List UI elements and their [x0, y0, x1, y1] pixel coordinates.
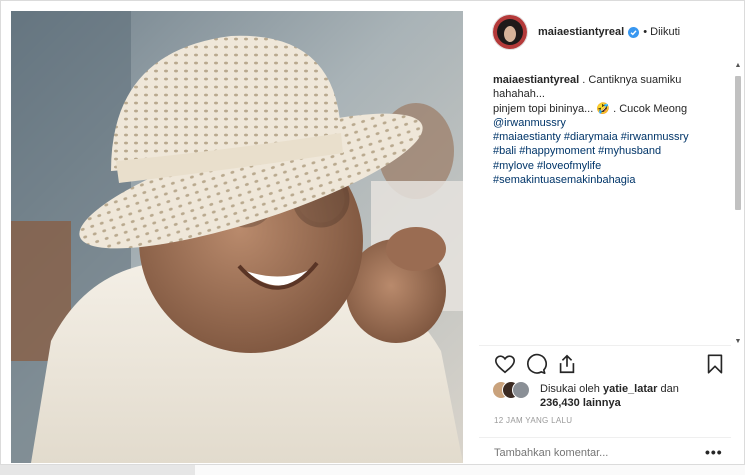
scroll-up-arrow-icon[interactable]: ▲: [734, 62, 742, 70]
caption-hashtags-1[interactable]: #maiaestianty #diarymaia #irwanmussry: [493, 130, 723, 144]
likes-section: Disukai oleh yatie_latar dan 236,430 lai…: [492, 381, 722, 411]
post-photo-image: [11, 11, 463, 463]
actions-divider: [479, 345, 731, 346]
scroll-thumb[interactable]: [735, 76, 741, 210]
more-options-icon[interactable]: •••: [705, 444, 723, 460]
caption-hashtags-4[interactable]: #semakintuasemakinbahagia: [493, 173, 723, 187]
post-timestamp[interactable]: 12 JAM YANG LALU: [494, 416, 572, 425]
post-photo[interactable]: [11, 11, 463, 463]
verified-badge-icon: [628, 26, 640, 38]
caption-username[interactable]: maiaestiantyreal: [493, 74, 579, 86]
heart-icon[interactable]: [494, 353, 516, 375]
liked-by-user[interactable]: yatie_latar: [603, 383, 657, 395]
caption-hashtags-3[interactable]: #mylove #loveofmylife: [493, 159, 723, 173]
comment-divider: [479, 437, 731, 438]
comment-input[interactable]: [494, 445, 674, 461]
caption-mention[interactable]: @irwanmussry: [493, 116, 723, 130]
avatar-image: [493, 15, 527, 49]
likes-prefix: Disukai oleh: [540, 383, 600, 395]
caption-hashtags-2[interactable]: #bali #happymoment #myhusband: [493, 144, 723, 158]
liker-avatars[interactable]: [492, 381, 536, 399]
share-icon[interactable]: [556, 353, 578, 375]
caption-line-2: hahahah...: [493, 88, 545, 101]
comment-icon[interactable]: [525, 353, 547, 375]
likes-and: dan: [660, 383, 679, 395]
post-caption: maiaestiantyreal . Cantiknya suamiku hah…: [493, 73, 723, 187]
follow-status[interactable]: • Diikuti: [643, 26, 680, 38]
likes-suffix[interactable]: lainnya: [583, 397, 621, 409]
likes-text: Disukai oleh yatie_latar dan 236,430 lai…: [540, 382, 720, 410]
caption-scrollbar[interactable]: ▲ ▼: [733, 62, 743, 346]
post-header: maiaestiantyreal • Diikuti: [479, 10, 731, 54]
horizontal-scrollbar[interactable]: [0, 465, 195, 475]
post-actions: [490, 353, 730, 377]
likes-count[interactable]: 236,430: [540, 397, 580, 409]
scroll-down-arrow-icon[interactable]: ▼: [734, 338, 742, 346]
avatar[interactable]: [492, 14, 528, 50]
caption-line-3: pinjem topi bininya... 🤣 . Cucok Meong: [493, 102, 688, 115]
bookmark-icon[interactable]: [704, 353, 726, 375]
header-username[interactable]: maiaestiantyreal: [538, 26, 624, 38]
caption-line-1: . Cantiknya suamiku: [582, 74, 682, 86]
liker-avatar: [512, 381, 530, 399]
